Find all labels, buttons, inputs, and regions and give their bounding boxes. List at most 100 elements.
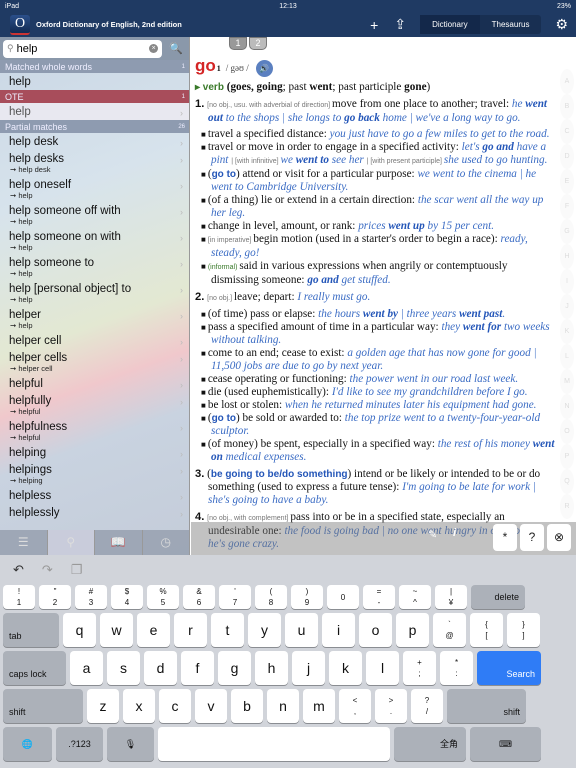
alphabet-letter[interactable]: G: [560, 219, 574, 244]
key[interactable]: i: [322, 613, 355, 647]
redo-icon[interactable]: ↷: [42, 562, 53, 578]
alphabet-letter[interactable]: O: [560, 419, 574, 444]
homograph-tab-2[interactable]: 2: [249, 37, 267, 50]
key[interactable]: q: [63, 613, 96, 647]
key[interactable]: d: [144, 651, 177, 685]
key[interactable]: #3: [75, 585, 107, 609]
list-item[interactable]: help someone off with ➞ help ›: [0, 202, 189, 228]
list-item[interactable]: help oneself ➞ help ›: [0, 176, 189, 202]
gear-icon[interactable]: ⚙: [555, 16, 568, 33]
key[interactable]: ' 7: [219, 585, 251, 609]
key[interactable]: <,: [339, 689, 371, 723]
homograph-tab-1[interactable]: 1: [229, 37, 247, 50]
key[interactable]: p: [396, 613, 429, 647]
alphabet-letter[interactable]: H: [560, 244, 574, 269]
key[interactable]: k: [329, 651, 362, 685]
paste-icon[interactable]: ❐: [71, 562, 83, 578]
alphabet-letter[interactable]: N: [560, 394, 574, 419]
key[interactable]: ` @: [433, 613, 466, 647]
alphabet-index[interactable]: ABCDEFGHIJKLMNOPQR: [560, 69, 574, 519]
search-input[interactable]: ⚲ help ×: [3, 39, 163, 58]
menu-icon[interactable]: ☰: [0, 530, 48, 555]
list-item[interactable]: helping ›: [0, 444, 189, 461]
book-icon[interactable]: 📖: [95, 530, 143, 555]
alphabet-letter[interactable]: P: [560, 444, 574, 469]
key[interactable]: s: [107, 651, 140, 685]
key[interactable]: {[: [470, 613, 503, 647]
key[interactable]: | ¥: [435, 585, 467, 609]
shift-key-left[interactable]: shift: [3, 689, 83, 723]
alphabet-letter[interactable]: B: [560, 94, 574, 119]
phrase-link[interactable]: be going to be/do something: [211, 469, 348, 480]
wildcard-button[interactable]: *: [493, 524, 517, 551]
list-item[interactable]: help someone on with ➞ help ›: [0, 228, 189, 254]
search-button[interactable]: 🔍: [166, 39, 186, 59]
clear-icon[interactable]: ×: [149, 44, 159, 53]
tab-thesaurus[interactable]: Thesaurus: [480, 15, 542, 34]
key[interactable]: w: [100, 613, 133, 647]
key[interactable]: b: [231, 689, 263, 723]
key[interactable]: ? /: [411, 689, 443, 723]
pencil-icon[interactable]: ✎: [428, 528, 437, 541]
alphabet-letter[interactable]: I: [560, 269, 574, 294]
list-item[interactable]: helpfully ➞ helpful ›: [0, 392, 189, 418]
key[interactable]: u: [285, 613, 318, 647]
phrase-link[interactable]: go to: [212, 413, 236, 424]
phrase-link[interactable]: go to: [212, 169, 236, 180]
list-item[interactable]: helpings ➞ helping ›: [0, 461, 189, 487]
key[interactable]: v: [195, 689, 227, 723]
key[interactable]: % 5: [147, 585, 179, 609]
key[interactable]: ! 1: [3, 585, 35, 609]
globe-key[interactable]: 🌐: [3, 727, 52, 761]
speaker-icon[interactable]: 🔊: [255, 60, 273, 77]
search-key[interactable]: Search: [477, 651, 541, 685]
tab-dictionary[interactable]: Dictionary: [420, 15, 480, 34]
key[interactable]: *:: [440, 651, 473, 685]
key[interactable]: " 2: [39, 585, 71, 609]
key[interactable]: $4: [111, 585, 143, 609]
list-item[interactable]: helpful ›: [0, 375, 189, 392]
key[interactable]: f: [181, 651, 214, 685]
key[interactable]: m: [303, 689, 335, 723]
key[interactable]: ~ ^: [399, 585, 431, 609]
search-tab-icon[interactable]: ⚲: [47, 530, 95, 555]
key[interactable]: a: [70, 651, 103, 685]
list-item[interactable]: help [personal object] to ➞ help ›: [0, 280, 189, 306]
key[interactable]: x: [123, 689, 155, 723]
key[interactable]: & 6: [183, 585, 215, 609]
alphabet-letter[interactable]: D: [560, 144, 574, 169]
add-icon[interactable]: +: [370, 17, 378, 33]
key[interactable]: (8: [255, 585, 287, 609]
alphabet-letter[interactable]: J: [560, 294, 574, 319]
list-item[interactable]: helper ➞ help ›: [0, 306, 189, 332]
numbers-key[interactable]: .?123: [56, 727, 103, 761]
key[interactable]: l: [366, 651, 399, 685]
list-item[interactable]: helpfulness ➞ helpful ›: [0, 418, 189, 444]
space-key[interactable]: [158, 727, 390, 761]
key[interactable]: o: [359, 613, 392, 647]
list-item[interactable]: helplessly ›: [0, 504, 189, 521]
caps-lock-key[interactable]: caps lock: [3, 651, 66, 685]
alphabet-letter[interactable]: K: [560, 319, 574, 344]
list-item[interactable]: help someone to ➞ help ›: [0, 254, 189, 280]
delete-key[interactable]: delete: [471, 585, 525, 609]
history-icon[interactable]: ◷: [143, 530, 190, 555]
alphabet-letter[interactable]: L: [560, 344, 574, 369]
alphabet-letter[interactable]: F: [560, 194, 574, 219]
help-button[interactable]: ?: [520, 524, 544, 551]
alphabet-letter[interactable]: R: [560, 494, 574, 519]
key[interactable]: h: [255, 651, 288, 685]
alphabet-letter[interactable]: C: [560, 119, 574, 144]
list-item[interactable]: helper cell ›: [0, 332, 189, 349]
info-icon[interactable]: i: [453, 527, 456, 539]
key[interactable]: t: [211, 613, 244, 647]
alphabet-letter[interactable]: M: [560, 369, 574, 394]
tab-key[interactable]: tab: [3, 613, 59, 647]
undo-icon[interactable]: ↶: [13, 562, 24, 578]
key[interactable]: r: [174, 613, 207, 647]
key[interactable]: c: [159, 689, 191, 723]
close-icon[interactable]: ⊗: [547, 524, 571, 551]
search-value[interactable]: help: [17, 43, 150, 55]
shift-key-right[interactable]: shift: [447, 689, 526, 723]
microphone-key[interactable]: 🎙: [107, 727, 154, 761]
